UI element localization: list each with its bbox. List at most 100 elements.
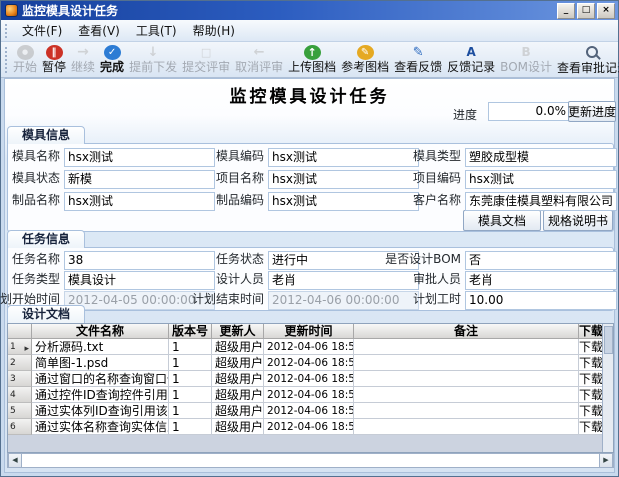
magnifier-icon	[586, 46, 598, 58]
progress-label: 进度	[453, 106, 477, 123]
toolbar-button-pause[interactable]: 暂停	[40, 44, 68, 75]
horizontal-scrollbar-track[interactable]	[22, 454, 599, 467]
toolbar-button-approval-record[interactable]: 查看审批记录	[555, 44, 619, 76]
field-label-customer-name: 客户名称	[379, 192, 461, 209]
tab-design-docs[interactable]: 设计文档	[7, 305, 85, 323]
column-header-updated-by[interactable]: 更新人	[212, 324, 264, 339]
table-row: 1▸分析源码.txt1超级用户2012-04-06 18:51:37下载	[8, 339, 613, 355]
scroll-right-icon[interactable]: ▶	[599, 454, 613, 467]
field-input-mold-type[interactable]: 塑胶成型模	[465, 148, 617, 167]
download-link[interactable]: 下载	[579, 371, 603, 387]
field-input-plan-hours[interactable]: 10.00	[465, 291, 617, 310]
toolbar-button-start: 开始	[11, 44, 39, 75]
window-title: 监控模具设计任务	[22, 2, 557, 19]
column-header-download[interactable]: 下载	[579, 324, 603, 339]
toolbar-button-label: 提前下发	[129, 61, 177, 74]
content-area: 监控模具设计任务 进度 0.0% 更新进度 模具信息 模具文档 规格说明书 模具…	[4, 78, 615, 473]
field-label-task-name: 任务名称	[0, 251, 60, 268]
toolbar-button-reference-drawing[interactable]: 参考图档	[339, 44, 391, 75]
maximize-icon[interactable]: □	[577, 3, 595, 19]
cell-note	[354, 339, 579, 355]
download-link[interactable]: 下载	[579, 419, 603, 435]
column-header-file-name[interactable]: 文件名称	[32, 324, 169, 339]
cell-file-name: 通过窗口的名称查询窗口信息与其	[32, 371, 169, 387]
field-input-project-code[interactable]: hsx测试	[465, 170, 617, 189]
cell-update-time: 2012-04-06 18:52:13	[264, 419, 354, 435]
field-label-product-name: 制品名称	[0, 192, 60, 209]
cell-file-name: 通过实体名称查询实体信息.sql	[32, 419, 169, 435]
complete-icon	[104, 45, 121, 60]
toolbar-button-label: 上传图档	[288, 61, 336, 74]
toolbar-button-label: 继续	[71, 61, 95, 74]
menu-gripper	[5, 24, 10, 38]
toolbar-button-resume: 继续	[69, 44, 97, 75]
tab-task-info[interactable]: 任务信息	[7, 230, 85, 248]
field-input-customer-name[interactable]: 东莞康佳模具塑料有限公司	[465, 192, 617, 211]
menu-item-help[interactable]: 帮助(H)	[185, 20, 243, 41]
row-selector[interactable]: 4	[8, 387, 32, 403]
vertical-scrollbar[interactable]	[602, 324, 613, 452]
update-progress-button[interactable]: 更新进度	[568, 101, 616, 122]
toolbar-button-feedback-record[interactable]: 反馈记录	[445, 44, 497, 75]
toolbar-button-finish[interactable]: 完成	[98, 44, 126, 75]
cell-note	[354, 403, 579, 419]
title-bar[interactable]: 监控模具设计任务 _ □ ×	[1, 1, 618, 20]
cell-version: 1	[169, 387, 212, 403]
download-link[interactable]: 下载	[579, 339, 603, 355]
row-selector[interactable]: 3	[8, 371, 32, 387]
toolbar-button-label: 查看反馈	[394, 61, 442, 74]
table-row: 3通过窗口的名称查询窗口信息与其1超级用户2012-04-06 18:52:06…	[8, 371, 613, 387]
tab-mold-info[interactable]: 模具信息	[7, 126, 85, 144]
toolbar-button-view-feedback[interactable]: 查看反馈	[392, 44, 444, 75]
spec-sheet-button[interactable]: 规格说明书	[543, 210, 613, 231]
cell-note	[354, 387, 579, 403]
row-selector[interactable]: 5	[8, 403, 32, 419]
cell-version: 1	[169, 355, 212, 371]
menu-item-tools[interactable]: 工具(T)	[128, 20, 185, 41]
field-input-approver[interactable]: 老肖	[465, 271, 617, 290]
download-link[interactable]: 下载	[579, 387, 603, 403]
toolbar-button-upload-drawing[interactable]: 上传图档	[286, 44, 338, 75]
cell-updated-by: 超级用户	[212, 339, 264, 355]
scroll-left-icon[interactable]: ◀	[8, 454, 22, 467]
download-link[interactable]: 下载	[579, 403, 603, 419]
cell-version: 1	[169, 371, 212, 387]
download-link[interactable]: 下载	[579, 355, 603, 371]
column-header-version[interactable]: 版本号	[169, 324, 212, 339]
close-icon[interactable]: ×	[597, 3, 615, 19]
field-input-design-bom[interactable]: 否	[465, 251, 617, 270]
vertical-scrollbar-thumb[interactable]	[604, 326, 613, 354]
cell-version: 1	[169, 339, 212, 355]
row-selector-header[interactable]	[8, 324, 32, 339]
cell-file-name: 通过实体列ID查询引用该实体列的	[32, 403, 169, 419]
minimize-icon[interactable]: _	[557, 3, 575, 19]
progress-input[interactable]: 0.0%	[488, 102, 570, 121]
field-label-task-status: 任务状态	[190, 251, 264, 268]
cell-updated-by: 超级用户	[212, 403, 264, 419]
field-label-project-name: 项目名称	[190, 170, 264, 187]
horizontal-scrollbar[interactable]: ◀ ▶	[7, 453, 614, 468]
column-header-note[interactable]: 备注	[354, 324, 579, 339]
cell-update-time: 2012-04-06 18:52:06	[264, 371, 354, 387]
toolbar-button-label: 取消评审	[235, 61, 283, 74]
toolbar: 开始暂停继续完成提前下发提交评审取消评审上传图档参考图档查看反馈反馈记录BOM设…	[1, 42, 618, 78]
column-header-update-time[interactable]: 更新时间	[264, 324, 354, 339]
mold-documents-button[interactable]: 模具文档	[463, 210, 541, 231]
row-selector[interactable]: 1▸	[8, 339, 32, 355]
field-label-designer: 设计人员	[190, 271, 264, 288]
table-row: 2简单图-1.psd1超级用户2012-04-06 18:51:43下载	[8, 355, 613, 371]
toolbar-button-label: 开始	[13, 61, 37, 74]
toolbar-button-label: 暂停	[42, 61, 66, 74]
menu-item-file[interactable]: 文件(F)	[14, 20, 70, 41]
row-selector[interactable]: 2	[8, 355, 32, 371]
field-label-design-bom: 是否设计BOM	[379, 251, 461, 268]
doc-table: 文件名称版本号更新人更新时间备注下载 1▸分析源码.txt1超级用户2012-0…	[7, 323, 614, 453]
cell-updated-by: 超级用户	[212, 419, 264, 435]
menu-item-view[interactable]: 查看(V)	[70, 20, 128, 41]
row-selector[interactable]: 6	[8, 419, 32, 435]
menu-bar: 文件(F)查看(V)工具(T)帮助(H)	[1, 20, 618, 42]
toolbar-button-submit-review: 提交评审	[180, 44, 232, 75]
task-info-panel: 任务名称38任务状态进行中是否设计BOM否任务类型模具设计设计人员老肖审批人员老…	[7, 247, 614, 311]
cell-file-name: 简单图-1.psd	[32, 355, 169, 371]
cell-update-time: 2012-04-06 18:52:11	[264, 403, 354, 419]
